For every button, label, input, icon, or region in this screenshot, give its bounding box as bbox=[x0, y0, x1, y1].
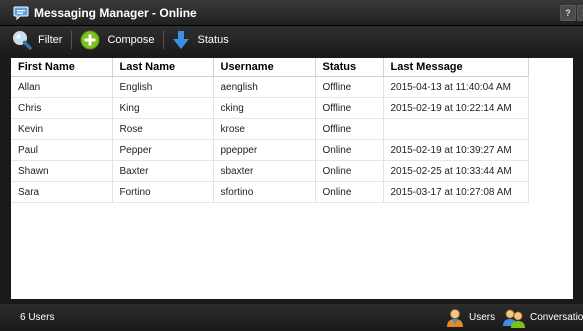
conversations-button[interactable]: Conversations bbox=[503, 304, 583, 331]
users-group-icon bbox=[503, 309, 525, 328]
cell-last-message: 2015-02-19 at 10:39:27 AM bbox=[383, 139, 529, 161]
cell-last-name: Rose bbox=[112, 118, 214, 140]
cell-last-message bbox=[383, 118, 529, 140]
cell-status: Online bbox=[315, 139, 384, 161]
column-header-status[interactable]: Status bbox=[315, 58, 384, 77]
filter-button[interactable]: Filter bbox=[12, 26, 62, 54]
cell-first-name: Shawn bbox=[11, 160, 113, 182]
title-bar: Messaging Manager - Online ? x bbox=[0, 0, 583, 26]
table-row[interactable]: Kevin Rose krose Offline bbox=[11, 118, 529, 140]
cell-last-name: King bbox=[112, 97, 214, 119]
table-header-row: First Name Last Name Username Status Las… bbox=[11, 58, 529, 77]
users-table: First Name Last Name Username Status Las… bbox=[11, 58, 529, 203]
cell-status: Offline bbox=[315, 76, 384, 98]
filter-label: Filter bbox=[38, 34, 63, 46]
table-row[interactable]: Sara Fortino sfortino Online 2015-03-17 … bbox=[11, 181, 529, 203]
cell-first-name: Paul bbox=[11, 139, 113, 161]
compose-label: Compose bbox=[107, 34, 155, 46]
column-header-last-message[interactable]: Last Message bbox=[383, 58, 529, 77]
cell-last-name: Baxter bbox=[112, 160, 214, 182]
status-button[interactable]: Status bbox=[172, 26, 229, 54]
column-header-last-name[interactable]: Last Name bbox=[112, 58, 214, 77]
conversations-label: Conversations bbox=[530, 312, 583, 323]
toolbar-divider bbox=[162, 31, 164, 49]
cell-last-message: 2015-02-19 at 10:22:14 AM bbox=[383, 97, 529, 119]
cell-username: sfortino bbox=[213, 181, 316, 203]
table-row[interactable]: Chris King cking Offline 2015-02-19 at 1… bbox=[11, 97, 529, 119]
users-grid: First Name Last Name Username Status Las… bbox=[11, 58, 573, 299]
chat-bubble-icon bbox=[13, 6, 29, 20]
cell-last-message: 2015-02-25 at 10:33:44 AM bbox=[383, 160, 529, 182]
status-label: Status bbox=[197, 34, 229, 46]
cell-status: Online bbox=[315, 181, 384, 203]
cell-last-name: Pepper bbox=[112, 139, 214, 161]
table-row[interactable]: Allan English aenglish Offline 2015-04-1… bbox=[11, 76, 529, 98]
column-header-username[interactable]: Username bbox=[213, 58, 316, 77]
cell-status: Offline bbox=[315, 97, 384, 119]
cell-last-name: English bbox=[112, 76, 214, 98]
toolbar-divider bbox=[71, 31, 73, 49]
cell-last-message: 2015-03-17 at 10:27:08 AM bbox=[383, 181, 529, 203]
status-bar: 6 Users Users Conversations bbox=[0, 304, 583, 331]
user-count: 6 Users bbox=[20, 312, 55, 323]
cell-last-name: Fortino bbox=[112, 181, 214, 203]
cell-username: aenglish bbox=[213, 76, 316, 98]
user-icon bbox=[447, 308, 463, 327]
down-arrow-icon bbox=[172, 31, 189, 49]
toolbar: Filter Compose Status bbox=[0, 26, 583, 54]
users-label: Users bbox=[469, 312, 496, 323]
cell-username: ppepper bbox=[213, 139, 316, 161]
column-header-first-name[interactable]: First Name bbox=[11, 58, 113, 77]
users-button[interactable]: Users bbox=[446, 304, 495, 331]
cell-first-name: Chris bbox=[11, 97, 113, 119]
compose-button[interactable]: Compose bbox=[80, 26, 155, 54]
magnifier-icon bbox=[13, 31, 32, 50]
cell-first-name: Kevin bbox=[11, 118, 113, 140]
cell-first-name: Allan bbox=[11, 76, 113, 98]
help-button[interactable]: ? bbox=[560, 5, 576, 21]
cell-username: cking bbox=[213, 97, 316, 119]
cell-first-name: Sara bbox=[11, 181, 113, 203]
table-row[interactable]: Shawn Baxter sbaxter Online 2015-02-25 a… bbox=[11, 160, 529, 182]
cell-last-message: 2015-04-13 at 11:40:04 AM bbox=[383, 76, 529, 98]
cell-status: Online bbox=[315, 160, 384, 182]
table-row[interactable]: Paul Pepper ppepper Online 2015-02-19 at… bbox=[11, 139, 529, 161]
cell-username: krose bbox=[213, 118, 316, 140]
plus-circle-icon bbox=[80, 30, 100, 50]
window-title: Messaging Manager - Online bbox=[34, 5, 197, 20]
close-button[interactable]: x bbox=[577, 5, 583, 21]
cell-username: sbaxter bbox=[213, 160, 316, 182]
cell-status: Offline bbox=[315, 118, 384, 140]
